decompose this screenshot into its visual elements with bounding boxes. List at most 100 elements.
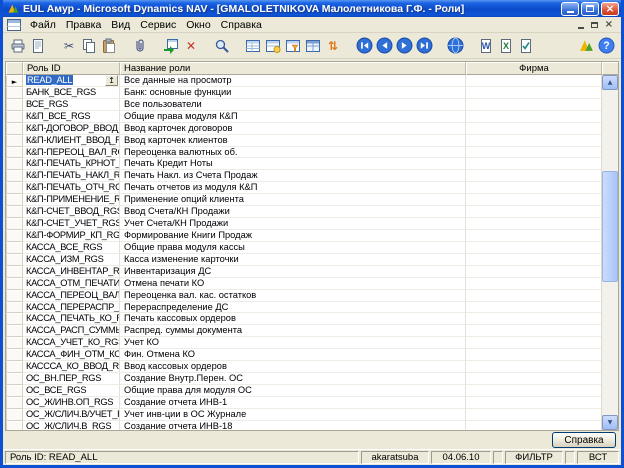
row-selector[interactable] xyxy=(6,302,23,314)
table-row[interactable]: ОС_Ж/СЛИЧ.В_RGSСоздание отчета ИНВ-18 xyxy=(6,421,601,430)
table-row[interactable]: К&П-ПЕЧАТЬ_НАКЛ_RGSПечать Накл. из Счета… xyxy=(6,170,601,182)
table-row[interactable]: ОС_ВН.ПЕР_RGSСоздание Внутр.Перен. ОС xyxy=(6,373,601,385)
role-name-cell[interactable]: Распред. суммы документа xyxy=(120,325,466,337)
role-id-cell[interactable]: К&П-СЧЕТ_ВВОД_RGS xyxy=(23,206,120,218)
role-name-cell[interactable]: Печать Кредит Ноты xyxy=(120,158,466,170)
flow-filter-icon[interactable] xyxy=(303,36,323,56)
find-icon[interactable] xyxy=(212,36,232,56)
table-row[interactable]: ОС_Ж/ИНВ.ОП_RGSСоздание отчета ИНВ-1 xyxy=(6,397,601,409)
company-cell[interactable] xyxy=(466,266,601,278)
role-id-cell[interactable]: К&П_ВСЕ_RGS xyxy=(23,111,120,123)
company-cell[interactable] xyxy=(466,170,601,182)
table-row[interactable]: КАССА_ПЕРЕРАСПР_RGSПерераспределение ДС xyxy=(6,302,601,314)
company-cell[interactable] xyxy=(466,99,601,111)
row-selector[interactable] xyxy=(6,349,23,361)
insert-icon[interactable] xyxy=(161,36,181,56)
role-name-cell[interactable]: Отмена печати КО xyxy=(120,278,466,290)
company-cell[interactable] xyxy=(466,111,601,123)
company-cell[interactable] xyxy=(466,325,601,337)
role-name-cell[interactable]: Банк: основные функции xyxy=(120,87,466,99)
card-view-icon[interactable] xyxy=(263,36,283,56)
role-name-cell[interactable]: Учет Счета/КН Продажи xyxy=(120,218,466,230)
table-row[interactable]: ОС_Ж/СЛИЧ.В/УЧЕТ_RGSУчет инв-ции в ОС Жу… xyxy=(6,409,601,421)
assist-up-icon[interactable]: ↥ xyxy=(105,75,118,86)
table-row[interactable]: К&П-ПЕРЕОЦ_ВАЛ_RGSПереоценка валютных об… xyxy=(6,147,601,159)
table-row[interactable]: ►READ_ALL↥Все данные на просмотр xyxy=(6,75,601,87)
role-name-cell[interactable]: Перераспределение ДС xyxy=(120,302,466,314)
company-cell[interactable] xyxy=(466,397,601,409)
table-row[interactable]: КАССА_РАСП_СУММЫ_...Распред. суммы докум… xyxy=(6,325,601,337)
row-selector[interactable] xyxy=(6,254,23,266)
role-id-cell[interactable]: КАССА_РАСП_СУММЫ_... xyxy=(23,325,120,337)
table-row[interactable]: КАССА_ФИН_ОТМ_КО_...Фин. Отмена КО xyxy=(6,349,601,361)
table-row[interactable]: КАССА_ВСЕ_RGSОбщие права модуля кассы xyxy=(6,242,601,254)
row-selector[interactable] xyxy=(6,170,23,182)
company-cell[interactable] xyxy=(466,158,601,170)
role-id-cell[interactable]: ОС_Ж/СЛИЧ.В/УЧЕТ_RGS xyxy=(23,409,120,421)
role-id-cell[interactable]: ВСЕ_RGS xyxy=(23,99,120,111)
table-row[interactable]: ОС_ВСЕ_RGSОбщие права для модуля ОС xyxy=(6,385,601,397)
row-selector[interactable] xyxy=(6,337,23,349)
print-preview-icon[interactable] xyxy=(28,36,48,56)
company-cell[interactable] xyxy=(466,75,601,87)
role-id-cell[interactable]: КАССА_ИНВЕНТАР_RGS xyxy=(23,266,120,278)
role-id-cell[interactable]: К&П-ПЕЧАТЬ_КРНОТ_RGS xyxy=(23,158,120,170)
role-name-cell[interactable]: Печать отчетов из модуля К&П xyxy=(120,182,466,194)
table-row[interactable]: К&П-СЧЕТ_УЧЕТ_RGSУчет Счета/КН Продажи xyxy=(6,218,601,230)
table-row[interactable]: КАСССА_КО_ВВОД_RGSВвод кассовых ордеров xyxy=(6,361,601,373)
role-name-cell[interactable]: Общие права для модуля ОС xyxy=(120,385,466,397)
role-name-cell[interactable]: Формирование Книги Продаж xyxy=(120,230,466,242)
row-selector[interactable] xyxy=(6,158,23,170)
send-icon[interactable] xyxy=(516,36,536,56)
role-id-cell[interactable]: КАССА_ИЗМ_RGS xyxy=(23,254,120,266)
row-selector[interactable] xyxy=(6,385,23,397)
role-id-cell[interactable]: КАССА_ВСЕ_RGS xyxy=(23,242,120,254)
role-name-cell[interactable]: Касса изменение карточки xyxy=(120,254,466,266)
row-selector[interactable] xyxy=(6,373,23,385)
minimize-button[interactable] xyxy=(561,2,579,16)
menu-window[interactable]: Окно xyxy=(181,19,215,31)
company-cell[interactable] xyxy=(466,409,601,421)
role-id-cell[interactable]: READ_ALL↥ xyxy=(23,75,120,87)
table-row[interactable]: К&П-ПЕЧАТЬ_КРНОТ_RGSПечать Кредит Ноты xyxy=(6,158,601,170)
scrollbar-track[interactable] xyxy=(602,90,618,415)
table-row[interactable]: К&П-ДОГОВОР_ВВОД_...Ввод карточек догово… xyxy=(6,123,601,135)
company-cell[interactable] xyxy=(466,182,601,194)
role-id-cell[interactable]: КАССА_ПЕРЕРАСПР_RGS xyxy=(23,302,120,314)
scroll-up-icon[interactable]: ▲ xyxy=(602,75,618,90)
print-icon[interactable] xyxy=(8,36,28,56)
role-name-cell[interactable]: Инвентаризация ДС xyxy=(120,266,466,278)
child-minimize-icon[interactable] xyxy=(578,27,584,29)
maximize-button[interactable] xyxy=(581,2,599,16)
delete-icon[interactable]: ✕ xyxy=(181,36,201,56)
menu-edit[interactable]: Правка xyxy=(61,19,106,31)
role-id-cell[interactable]: ОС_Ж/ИНВ.ОП_RGS xyxy=(23,397,120,409)
table-row[interactable]: КАССА_УЧЕТ_КО_RGSУчет КО xyxy=(6,337,601,349)
role-name-column-header[interactable]: Название роли xyxy=(120,62,466,75)
export-word-icon[interactable]: W xyxy=(476,36,496,56)
table-row[interactable]: КАССА_ПЕЧАТЬ_КО_RGSПечать кассовых ордер… xyxy=(6,313,601,325)
role-name-cell[interactable]: Печать Накл. из Счета Продаж xyxy=(120,170,466,182)
company-cell[interactable] xyxy=(466,123,601,135)
role-id-cell[interactable]: КАССА_ОТМ_ПЕЧАТИ_... xyxy=(23,278,120,290)
sort-icon[interactable]: ⇅ xyxy=(323,36,343,56)
first-record-icon[interactable] xyxy=(354,36,374,56)
table-row[interactable]: К&П-ПРИМЕНЕНИЕ_RGSПрименение опций клиен… xyxy=(6,194,601,206)
row-selector[interactable] xyxy=(6,266,23,278)
company-cell[interactable] xyxy=(466,385,601,397)
scroll-down-icon[interactable]: ▼ xyxy=(602,415,618,430)
attach-icon[interactable] xyxy=(130,36,150,56)
vertical-scrollbar[interactable]: ▲ ▼ xyxy=(601,75,618,430)
row-selector[interactable]: ► xyxy=(6,75,23,87)
row-selector[interactable] xyxy=(6,421,23,430)
globe-icon[interactable] xyxy=(445,36,465,56)
row-selector[interactable] xyxy=(6,99,23,111)
role-id-cell[interactable]: К&П-ДОГОВОР_ВВОД_... xyxy=(23,123,120,135)
role-id-cell[interactable]: К&П-ПЕРЕОЦ_ВАЛ_RGS xyxy=(23,147,120,159)
row-selector[interactable] xyxy=(6,194,23,206)
company-cell[interactable] xyxy=(466,421,601,430)
company-cell[interactable] xyxy=(466,230,601,242)
company-cell[interactable] xyxy=(466,206,601,218)
role-name-cell[interactable]: Учет КО xyxy=(120,337,466,349)
role-name-cell[interactable]: Ввод карточек договоров xyxy=(120,123,466,135)
